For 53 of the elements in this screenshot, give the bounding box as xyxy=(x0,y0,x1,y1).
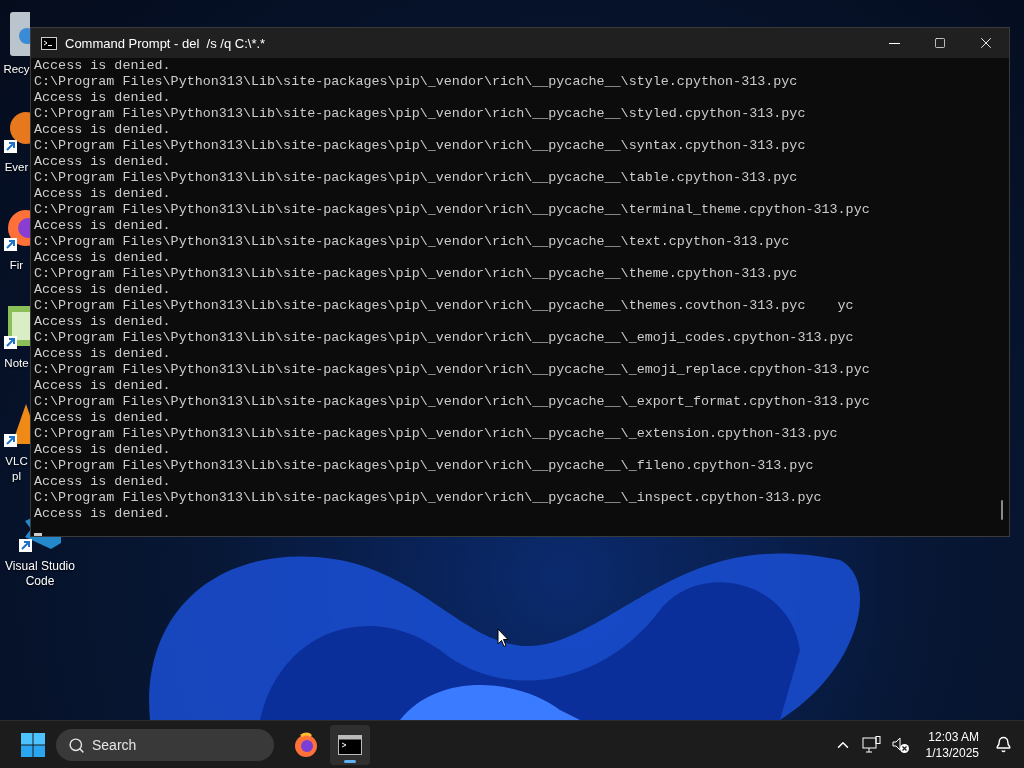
console-line: Access is denied. xyxy=(34,442,172,458)
console-line: C:\Program Files\Python313\Lib\site-packages\pip\_vendor\rich\__pycache__\terminal_theme.cpython-313.pyc xyxy=(34,202,871,218)
terminal-icon xyxy=(41,36,57,50)
icon-label: Fir xyxy=(8,258,25,273)
taskbar-app-button[interactable] xyxy=(330,724,370,765)
console-line: Access is denied. xyxy=(34,282,172,298)
icon-label: VLC pl xyxy=(4,454,29,484)
console-line: Access is denied. xyxy=(34,218,172,234)
scrollbar-thumb[interactable] xyxy=(1001,500,1003,520)
icon-label: Note xyxy=(3,356,30,371)
console-line: Access is denied. xyxy=(34,90,172,106)
console-line: C:\Program Files\Python313\Lib\site-packages\pip\_vendor\rich\__pycache__\syntax.cpython-313.pyc xyxy=(34,138,807,154)
maximize-icon xyxy=(934,37,946,49)
console-line: C:\Program Files\Python313\Lib\site-packages\pip\_vendor\rich\__pycache__\_extension.cpython-313.pyc xyxy=(34,426,839,442)
console-line: Access is denied. xyxy=(34,314,172,330)
console-line: Access is denied. xyxy=(34,410,172,426)
icon-label: Recy xyxy=(2,62,30,77)
clock[interactable]: 12:03 AM 1/13/2025 xyxy=(925,728,979,761)
network-icon[interactable] xyxy=(861,735,882,754)
console-line: C:\Program Files\Python313\Lib\site-packages\pip\_vendor\rich\__pycache__\themes.covthon-313.pyc yc xyxy=(34,298,855,314)
console-line: Access is denied. xyxy=(34,506,172,522)
console-line: C:\Program Files\Python313\Lib\site-packages\pip\_vendor\rich\__pycache__\_inspect.cpython-313.pyc xyxy=(34,490,823,506)
console-line: Access is denied. xyxy=(34,474,172,490)
mouse-pointer-icon xyxy=(497,628,509,648)
console-line: Access is denied. xyxy=(34,250,172,266)
clock-date: 1/13/2025 xyxy=(925,744,979,761)
muted-speaker-icon[interactable] xyxy=(891,735,910,754)
terminal-icon xyxy=(338,734,362,755)
search-field[interactable]: Search xyxy=(56,728,274,761)
search-icon xyxy=(68,736,85,754)
console-line: C:\Program Files\Python313\Lib\site-packages\pip\_vendor\rich\__pycache__\table.cpython-313.pyc xyxy=(34,170,799,186)
console-line: Access is denied. xyxy=(34,378,172,394)
clock-time: 12:03 AM xyxy=(928,728,979,745)
console-line: C:\Program Files\Python313\Lib\site-packages\pip\_vendor\rich\__pycache__\_emoji_replace.cpython-313.pyc xyxy=(34,362,871,378)
console-line: Access is denied. xyxy=(34,122,172,138)
window-title: Command Prompt - del /s /q C:\*.* xyxy=(65,35,267,51)
console-line: C:\Program Files\Python313\Lib\site-packages\pip\_vendor\rich\__pycache__\styled.cpython-313.pyc xyxy=(34,106,807,122)
bell-icon[interactable] xyxy=(995,736,1012,753)
console-line: C:\Program Files\Python313\Lib\site-packages\pip\_vendor\rich\__pycache__\theme.cpython-313.pyc xyxy=(34,266,799,282)
console-line: Access is denied. xyxy=(34,346,172,362)
console-line: Access is denied. xyxy=(34,186,172,202)
console-line: C:\Program Files\Python313\Lib\site-packages\pip\_vendor\rich\__pycache__\text.cpython-313.pyc xyxy=(34,234,791,250)
browser-icon xyxy=(293,731,319,758)
icon-label: Visual Studio Code xyxy=(4,559,76,589)
console-line: C:\Program Files\Python313\Lib\site-packages\pip\_vendor\rich\__pycache__\style.cpython-313.pyc xyxy=(34,74,799,90)
console-line: C:\Program Files\Python313\Lib\site-packages\pip\_vendor\rich\__pycache__\_emoji_codes.cpython-313.pyc xyxy=(34,330,855,346)
console-line: Access is denied. xyxy=(34,154,172,170)
text-cursor xyxy=(34,533,42,536)
console-line: C:\Program Files\Python313\Lib\site-packages\pip\_vendor\rich\__pycache__\_fileno.cpython-313.pyc xyxy=(34,458,815,474)
icon-label: Ever xyxy=(3,160,30,175)
console-line: Access is denied. xyxy=(34,58,172,74)
console-line: C:\Program Files\Python313\Lib\site-packages\pip\_vendor\rich\__pycache__\_export_format.cpython-313.pyc xyxy=(34,394,871,410)
minimize-icon xyxy=(888,42,900,44)
